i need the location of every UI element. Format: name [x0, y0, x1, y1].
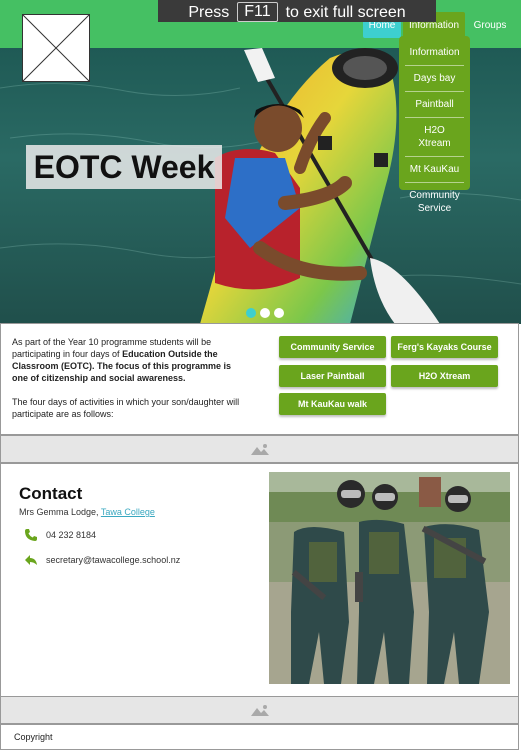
image-placeholder-icon [250, 705, 269, 716]
contact-phone[interactable]: 04 232 8184 [46, 530, 96, 540]
dropdown-item-days-bay[interactable]: Days bay [405, 66, 464, 92]
nav-groups[interactable]: Groups [470, 12, 510, 38]
dropdown-item-paintball[interactable]: Paintball [405, 92, 464, 118]
paintball-photo-graphic [269, 472, 510, 684]
h2o-xtream-button[interactable]: H2O Xtream [391, 365, 498, 387]
image-placeholder-icon [250, 444, 269, 455]
reply-icon [25, 555, 37, 565]
fullscreen-notice-press: Press [188, 4, 230, 21]
fullscreen-notice-text: to exit full screen [285, 4, 406, 21]
contact-email-row: secretary@tawacollege.school.nz [24, 553, 180, 567]
contact-person: Mrs Gemma Lodge, [19, 507, 101, 517]
slider-dot-2[interactable] [260, 308, 270, 318]
footer: Copyright [0, 724, 519, 750]
slider-dot-1[interactable] [246, 308, 256, 318]
fergs-kayaks-button[interactable]: Ferg's Kayaks Course [391, 336, 498, 358]
dropdown-item-h2o-xtream[interactable]: H2O Xtream [405, 118, 464, 157]
logo-placeholder-image[interactable] [22, 14, 90, 82]
contact-title: Contact [19, 484, 83, 503]
paintball-group-photo [269, 472, 510, 684]
community-service-button[interactable]: Community Service [279, 336, 386, 358]
intro-paragraph-1: As part of the Year 10 programme student… [12, 336, 242, 384]
image-placeholder-icon [23, 15, 89, 81]
contact-phone-row: 04 232 8184 [24, 528, 96, 542]
hero-title: EOTC Week [26, 145, 222, 189]
intro-text: As part of the Year 10 programme student… [12, 336, 242, 420]
mt-kaukau-walk-button[interactable]: Mt KauKau walk [279, 393, 386, 415]
phone-icon [25, 529, 37, 541]
contact-name: Mrs Gemma Lodge, Tawa College [19, 507, 155, 517]
dropdown-item-mt-kaukau[interactable]: Mt KauKau [405, 157, 464, 183]
fullscreen-notice: Press F11 to exit full screen [158, 0, 436, 22]
laser-paintball-button[interactable]: Laser Paintball [279, 365, 386, 387]
copyright-text: Copyright [14, 732, 53, 742]
dropdown-item-information[interactable]: Information [405, 40, 464, 66]
image-placeholder-bar [0, 435, 519, 463]
information-dropdown: Information Days bay Paintball H2O Xtrea… [399, 36, 470, 214]
slider-dot-3[interactable] [274, 308, 284, 318]
dropdown-item-community-service[interactable]: Community Service [405, 183, 464, 221]
contact-email[interactable]: secretary@tawacollege.school.nz [46, 555, 180, 565]
intro-paragraph-2: The four days of activities in which you… [12, 397, 240, 419]
image-placeholder-bar-2 [0, 696, 519, 724]
school-link[interactable]: Tawa College [101, 507, 155, 517]
fullscreen-key: F11 [237, 2, 278, 22]
